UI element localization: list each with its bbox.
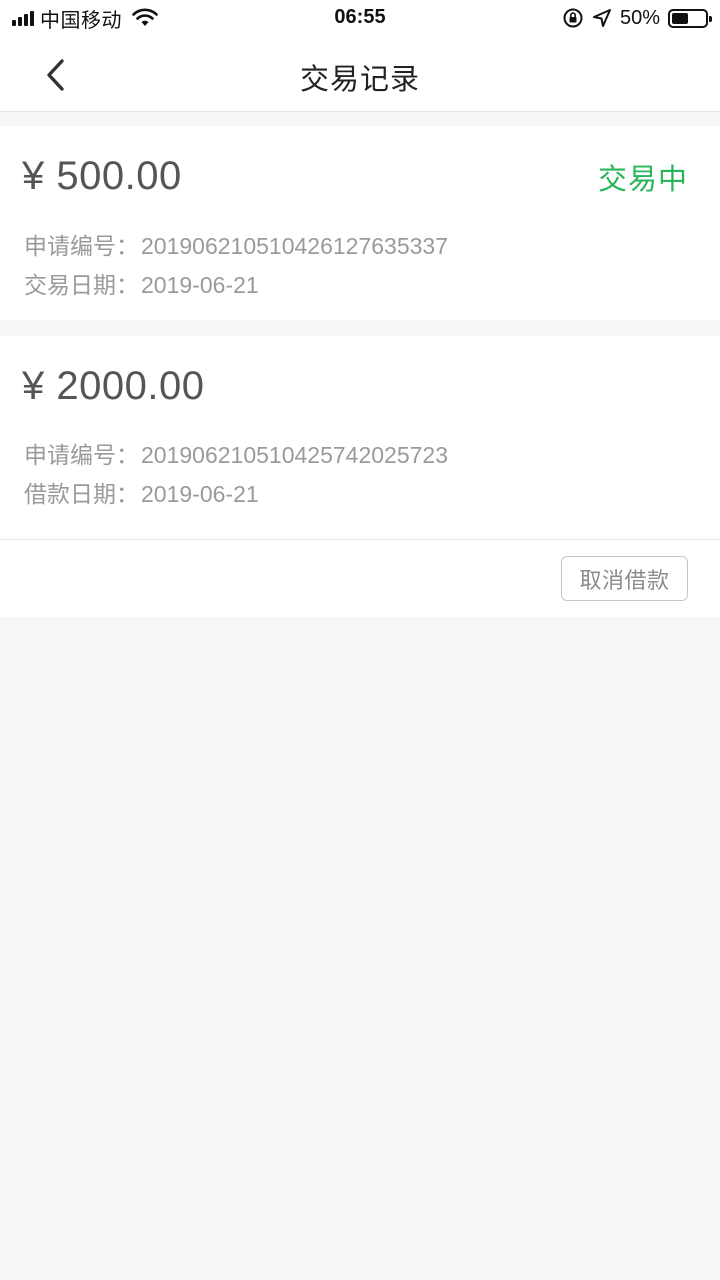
status-badge: 交易中: [597, 164, 688, 196]
transaction-card[interactable]: ¥ 500.00 交易中 申请编号：2019062105104261276353…: [0, 126, 720, 320]
status-bar: 中国移动 06:55 50%: [0, 0, 720, 36]
cancel-loan-button[interactable]: 取消借款: [561, 556, 688, 601]
info-label: 交易日期：: [24, 272, 139, 298]
application-number-row: 申请编号：201906210510425742025723: [24, 436, 448, 470]
page-title: 交易记录: [299, 64, 420, 96]
location-arrow-icon: [592, 9, 611, 27]
loan-date: 2019-06-21: [141, 481, 259, 507]
info-label: 申请编号：: [24, 233, 139, 259]
amount: ¥ 2000.00: [22, 364, 205, 408]
rotation-lock-icon: [563, 8, 583, 28]
battery-fill: [672, 12, 688, 24]
info-label: 借款日期：: [24, 481, 139, 507]
divider: [0, 539, 720, 540]
application-number-row: 申请编号：201906210510426127635337: [24, 227, 448, 261]
application-number: 201906210510425742025723: [141, 442, 448, 468]
amount: ¥ 500.00: [22, 154, 182, 198]
date-row: 交易日期：2019-06-21: [24, 266, 259, 300]
status-right: 50%: [562, 6, 712, 30]
nav-bar: 交易记录: [0, 36, 720, 112]
info-label: 申请编号：: [24, 442, 139, 468]
transaction-date: 2019-06-21: [141, 272, 259, 298]
application-number: 201906210510426127635337: [141, 233, 448, 259]
battery-icon: [668, 8, 712, 28]
date-row: 借款日期：2019-06-21: [24, 475, 259, 509]
transaction-card[interactable]: ¥ 2000.00 申请编号：201906210510425742025723 …: [0, 336, 720, 617]
battery-percent: 50%: [619, 6, 660, 29]
